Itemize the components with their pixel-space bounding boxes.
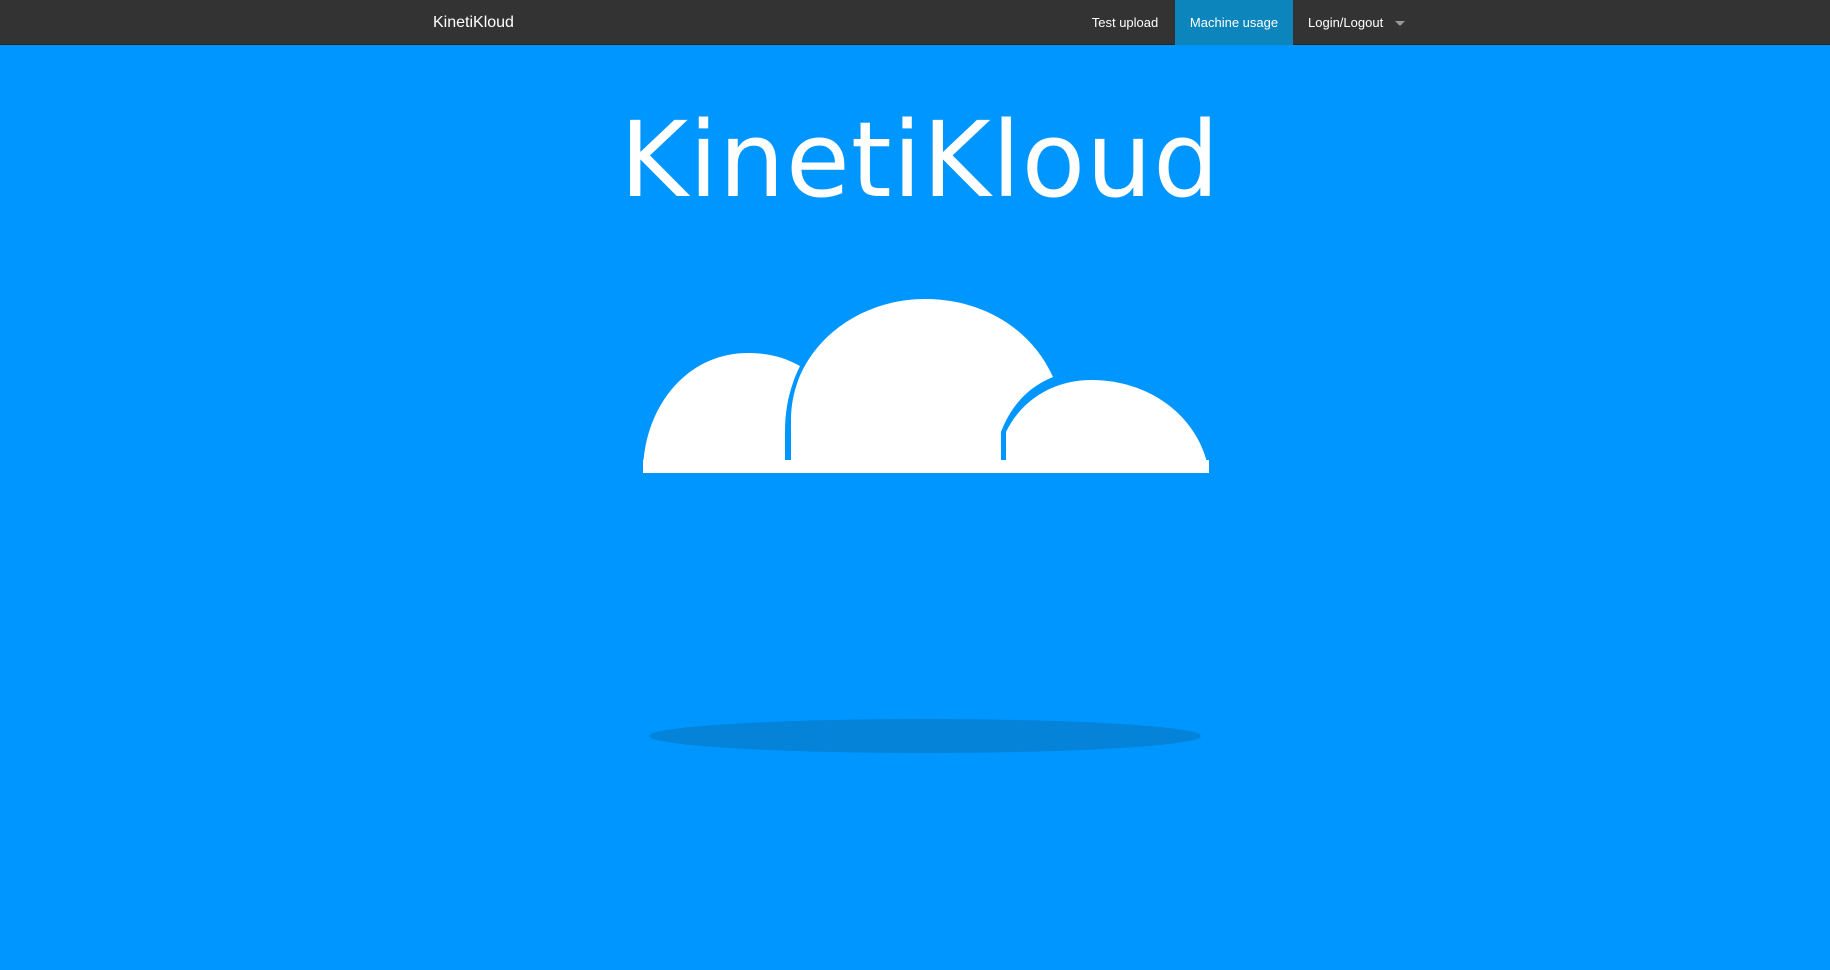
hero-title: KinetiKloud xyxy=(619,99,1221,221)
cloud-left-puff xyxy=(643,353,800,473)
nav-machine-usage[interactable]: Machine usage xyxy=(1175,0,1293,45)
nav-login-logout-dropdown[interactable]: Login/Logout xyxy=(1293,0,1419,45)
brand-link[interactable]: KinetiKloud xyxy=(433,0,514,45)
cloud-right-puff xyxy=(1006,380,1209,473)
cloud-icon xyxy=(643,299,1209,473)
cloud-illustration xyxy=(643,299,1209,753)
top-navbar: KinetiKloud Test upload Machine usage Lo… xyxy=(0,0,1830,45)
cloud-shadow xyxy=(649,719,1201,753)
cloud-base xyxy=(643,460,1209,473)
nav-test-upload[interactable]: Test upload xyxy=(1077,0,1173,45)
nav-login-logout-label: Login/Logout xyxy=(1308,15,1384,30)
caret-down-icon xyxy=(1395,21,1405,26)
